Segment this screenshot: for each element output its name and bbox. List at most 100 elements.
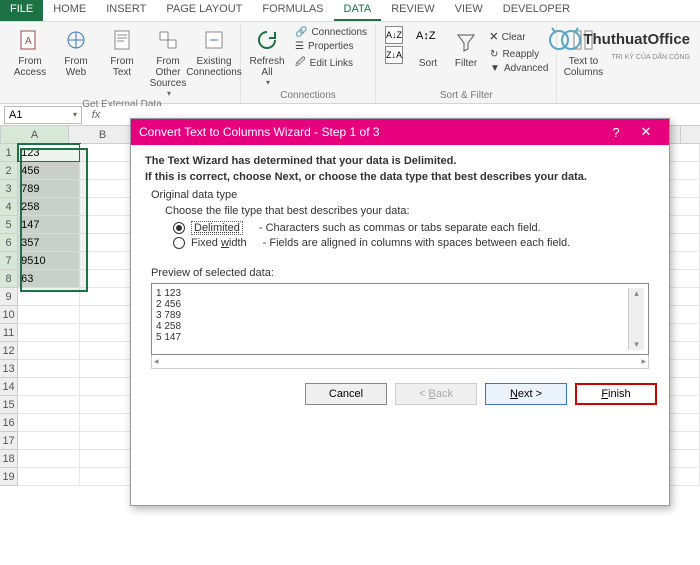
- cell[interactable]: [18, 342, 80, 360]
- tab-view[interactable]: VIEW: [445, 0, 493, 21]
- refresh-all-button[interactable]: RefreshAll▾: [245, 24, 289, 87]
- row-header[interactable]: 9: [0, 288, 18, 306]
- clear-filter-button[interactable]: 🗙Clear: [486, 28, 552, 47]
- mascot-icon: [545, 26, 581, 54]
- advanced-filter-button[interactable]: ▼Advanced: [486, 62, 552, 75]
- row-header[interactable]: 1: [0, 144, 18, 162]
- column-header-K[interactable]: K: [681, 126, 700, 144]
- fixed-width-radio[interactable]: [173, 237, 185, 249]
- group-sort-filter: A↓Z Z↓A A↕ZSort Filter 🗙Clear ↻Reapply ▼…: [376, 24, 557, 103]
- row-header[interactable]: 2: [0, 162, 18, 180]
- cell[interactable]: [18, 396, 80, 414]
- row-header[interactable]: 10: [0, 306, 18, 324]
- tab-insert[interactable]: INSERT: [96, 0, 156, 21]
- close-button[interactable]: ✕: [631, 124, 661, 140]
- tab-review[interactable]: REVIEW: [381, 0, 444, 21]
- row-header[interactable]: 12: [0, 342, 18, 360]
- reapply-button[interactable]: ↻Reapply: [486, 48, 552, 61]
- cell[interactable]: 9510: [18, 252, 80, 270]
- cell[interactable]: 789: [18, 180, 80, 198]
- cell[interactable]: 63: [18, 270, 80, 288]
- cell[interactable]: 123: [18, 144, 80, 162]
- row-header[interactable]: 18: [0, 450, 18, 468]
- row-header[interactable]: 14: [0, 378, 18, 396]
- next-button[interactable]: Next >: [485, 383, 567, 405]
- wizard-intro-2: If this is correct, choose Next, or choo…: [145, 171, 655, 183]
- delimited-desc: - Characters such as commas or tabs sepa…: [259, 222, 541, 234]
- cell[interactable]: 258: [18, 198, 80, 216]
- row-header[interactable]: 13: [0, 360, 18, 378]
- cell[interactable]: [18, 414, 80, 432]
- row-header[interactable]: 17: [0, 432, 18, 450]
- row-header[interactable]: 11: [0, 324, 18, 342]
- preview-vscroll[interactable]: ▴▾: [628, 288, 644, 350]
- cell[interactable]: [18, 288, 80, 306]
- refresh-icon: [253, 26, 281, 54]
- existing-connections-button[interactable]: ExistingConnections: [192, 24, 236, 78]
- connections-button[interactable]: 🔗Connections: [291, 26, 371, 39]
- text-to-columns-dialog: Convert Text to Columns Wizard - Step 1 …: [130, 118, 670, 506]
- filter-button[interactable]: Filter: [448, 26, 484, 75]
- wizard-intro-1: The Text Wizard has determined that your…: [145, 155, 655, 167]
- tab-developer[interactable]: DEVELOPER: [493, 0, 580, 21]
- row-header[interactable]: 4: [0, 198, 18, 216]
- fixed-width-desc: - Fields are aligned in columns with spa…: [263, 237, 571, 249]
- tab-page-layout[interactable]: PAGE LAYOUT: [156, 0, 252, 21]
- row-header[interactable]: 7: [0, 252, 18, 270]
- delimited-label[interactable]: Delimited: [191, 221, 243, 235]
- sort-asc-button[interactable]: A↓Z: [380, 26, 408, 44]
- reapply-icon: ↻: [490, 49, 498, 60]
- from-access-button[interactable]: AFromAccess: [8, 24, 52, 78]
- back-button: < Back: [395, 383, 477, 405]
- tab-formulas[interactable]: FORMULAS: [252, 0, 333, 21]
- cell[interactable]: [18, 324, 80, 342]
- column-header-B[interactable]: B: [69, 126, 137, 144]
- tab-file[interactable]: FILE: [0, 0, 43, 21]
- cell[interactable]: [18, 432, 80, 450]
- edit-links-button[interactable]: 🖉Edit Links: [291, 54, 371, 73]
- cell[interactable]: [18, 360, 80, 378]
- sort-desc-button[interactable]: Z↓A: [380, 46, 408, 64]
- column-header-A[interactable]: A: [1, 126, 69, 144]
- name-box[interactable]: A1▾: [4, 106, 82, 124]
- dialog-title: Convert Text to Columns Wizard - Step 1 …: [139, 125, 380, 139]
- connections-icon: [200, 26, 228, 54]
- finish-button[interactable]: Finish: [575, 383, 657, 405]
- fixed-width-label[interactable]: Fixed width: [191, 237, 247, 249]
- choose-file-type-label: Choose the file type that best describes…: [165, 205, 655, 217]
- cell[interactable]: 147: [18, 216, 80, 234]
- row-header[interactable]: 19: [0, 468, 18, 486]
- row-header[interactable]: 8: [0, 270, 18, 288]
- svg-text:A: A: [25, 36, 32, 47]
- text-file-icon: [108, 26, 136, 54]
- from-text-button[interactable]: FromText: [100, 24, 144, 78]
- row-header[interactable]: 16: [0, 414, 18, 432]
- row-header[interactable]: 15: [0, 396, 18, 414]
- cell[interactable]: [18, 306, 80, 324]
- funnel-icon: [452, 28, 480, 56]
- row-header[interactable]: 5: [0, 216, 18, 234]
- help-button[interactable]: ?: [601, 125, 631, 140]
- row-header[interactable]: 3: [0, 180, 18, 198]
- fx-icon[interactable]: fx: [86, 109, 106, 121]
- preview-hscroll[interactable]: ◂▸: [151, 355, 649, 369]
- preview-line: 5 147: [156, 332, 628, 343]
- dialog-titlebar[interactable]: Convert Text to Columns Wizard - Step 1 …: [131, 119, 669, 145]
- row-header[interactable]: 6: [0, 234, 18, 252]
- sort-button[interactable]: A↕ZSort: [410, 26, 446, 75]
- properties-button[interactable]: ☰Properties: [291, 40, 371, 53]
- tab-data[interactable]: DATA: [334, 0, 382, 21]
- from-web-button[interactable]: FromWeb: [54, 24, 98, 78]
- cell[interactable]: [18, 378, 80, 396]
- preview-line: 3 789: [156, 310, 628, 321]
- cell[interactable]: 456: [18, 162, 80, 180]
- preview-line: 4 258: [156, 321, 628, 332]
- cell[interactable]: 357: [18, 234, 80, 252]
- delimited-radio[interactable]: [173, 222, 185, 234]
- cancel-button[interactable]: Cancel: [305, 383, 387, 405]
- cell[interactable]: [18, 468, 80, 486]
- cell[interactable]: [18, 450, 80, 468]
- tab-home[interactable]: HOME: [43, 0, 96, 21]
- preview-label: Preview of selected data:: [151, 267, 655, 279]
- from-other-sources-button[interactable]: From OtherSources▾: [146, 24, 190, 98]
